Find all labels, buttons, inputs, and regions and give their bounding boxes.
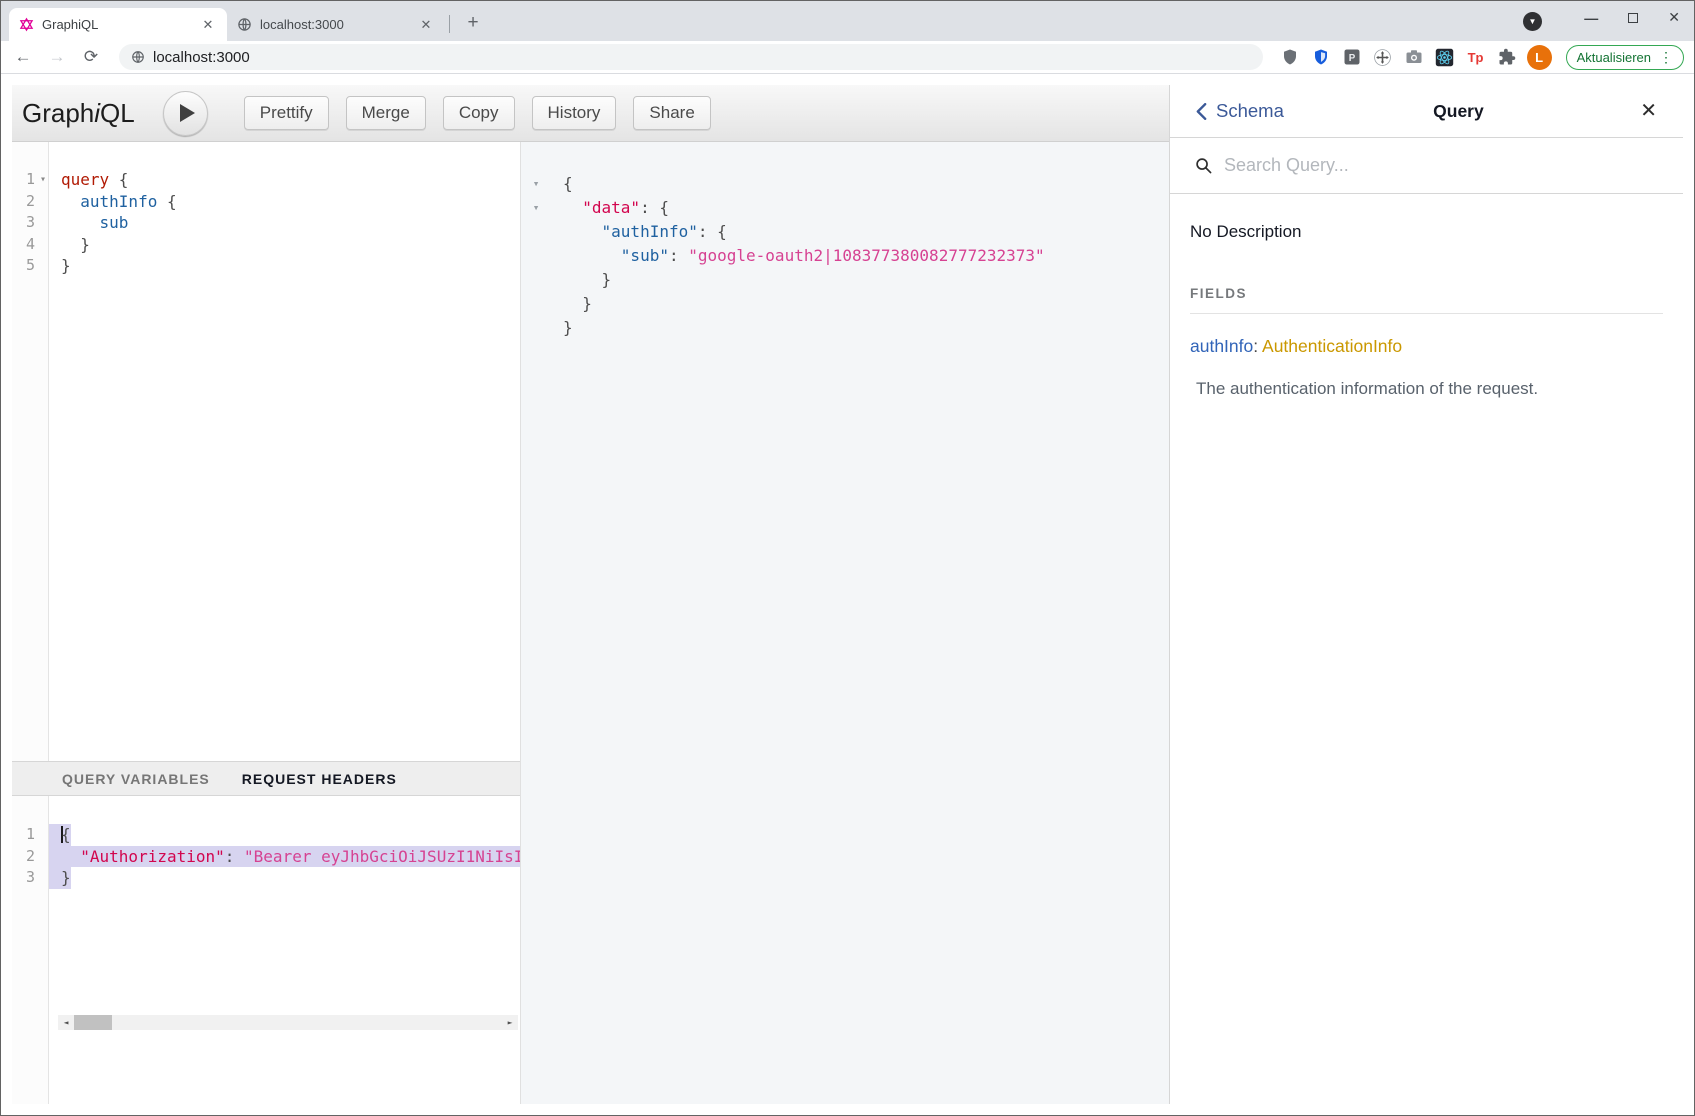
tab-query-variables[interactable]: QUERY VARIABLES [62, 771, 210, 787]
graphiql-topbar: GraphiQL Prettify Merge Copy History Sha… [12, 85, 1169, 142]
scrollbar-thumb[interactable] [74, 1015, 112, 1030]
page: GraphiQL Prettify Merge Copy History Sha… [1, 74, 1694, 1115]
update-button-label: Aktualisieren [1577, 50, 1651, 65]
play-icon [180, 104, 195, 122]
doc-no-description: No Description [1190, 222, 1663, 242]
graphiql-favicon-icon [19, 17, 34, 32]
tab-request-headers[interactable]: REQUEST HEADERS [242, 771, 397, 787]
doc-close-icon[interactable]: ✕ [1633, 101, 1657, 121]
profile-avatar[interactable]: L [1527, 45, 1552, 70]
browser-window: GraphiQL ✕ localhost:3000 ✕ + ▼ — ✕ ← → … [0, 0, 1695, 1116]
share-button[interactable]: Share [633, 96, 710, 130]
tab-strip: GraphiQL ✕ localhost:3000 ✕ + ▼ — ✕ [1, 1, 1694, 41]
doc-search-input[interactable] [1224, 155, 1663, 176]
screenshot-camera-icon[interactable] [1403, 46, 1425, 68]
svg-text:P: P [1348, 53, 1355, 64]
move-dial-icon[interactable] [1372, 46, 1394, 68]
execute-query-button[interactable] [163, 91, 208, 136]
scrollbar-track[interactable] [74, 1015, 502, 1030]
field-type-link[interactable]: AuthenticationInfo [1262, 336, 1402, 356]
bitwarden-shield-icon[interactable] [1310, 46, 1332, 68]
chevron-left-icon [1196, 103, 1207, 120]
field-name-link[interactable]: authInfo [1190, 336, 1253, 356]
extensions-row: P Tp L [1279, 45, 1552, 70]
tab-close-icon[interactable]: ✕ [199, 16, 217, 34]
reload-button[interactable]: ⟳ [79, 47, 103, 67]
request-headers-editor[interactable]: ◄ ► 1{2 "Authorization": "Bearer eyJhbGc… [12, 796, 520, 1104]
back-button[interactable]: ← [11, 47, 35, 67]
extensions-puzzle-icon[interactable] [1496, 46, 1518, 68]
editor-column: 1▾query {2 authInfo {3 sub4 }5} QUERY VA… [12, 142, 520, 1104]
secondary-editor-tabs: QUERY VARIABLES REQUEST HEADERS [12, 761, 520, 796]
field-separator: : [1253, 336, 1258, 356]
ublock-shield-icon[interactable] [1279, 46, 1301, 68]
merge-button[interactable]: Merge [346, 96, 426, 130]
react-devtools-icon[interactable] [1434, 46, 1456, 68]
search-icon [1195, 157, 1212, 174]
tab-divider [449, 15, 450, 33]
tab-title: localhost:3000 [260, 17, 417, 32]
scroll-left-icon[interactable]: ◄ [58, 1015, 74, 1030]
tab-title: GraphiQL [42, 17, 199, 32]
doc-field-row: authInfo: AuthenticationInfo [1190, 336, 1663, 357]
address-bar[interactable]: localhost:3000 [119, 44, 1263, 70]
doc-back-label: Schema [1216, 100, 1284, 122]
window-close-button[interactable]: ✕ [1668, 9, 1680, 26]
globe-icon [237, 17, 252, 32]
tab-localhost[interactable]: localhost:3000 ✕ [227, 8, 445, 41]
prettify-button[interactable]: Prettify [244, 96, 329, 130]
doc-back-link[interactable]: Schema [1196, 100, 1284, 122]
result-viewer[interactable]: ▾{▾ "data": { "authInfo": { "sub": "goog… [520, 142, 1169, 1104]
new-tab-button[interactable]: + [460, 11, 486, 37]
history-button[interactable]: History [532, 96, 617, 130]
doc-body: No Description FIELDS authInfo: Authenti… [1170, 194, 1683, 399]
tampermonkey-icon[interactable]: Tp [1465, 46, 1487, 68]
tab-close-icon[interactable]: ✕ [417, 16, 435, 34]
p-badge-icon[interactable]: P [1341, 46, 1363, 68]
doc-fields-heading: FIELDS [1190, 286, 1663, 314]
graphiql-container: GraphiQL Prettify Merge Copy History Sha… [12, 85, 1683, 1104]
scroll-right-icon[interactable]: ► [502, 1015, 518, 1030]
menu-dots-icon: ⋮ [1659, 49, 1673, 66]
tab-search-button[interactable]: ▼ [1523, 12, 1542, 31]
doc-explorer-panel: Schema Query ✕ No Description FIELDS aut… [1169, 85, 1683, 1104]
browser-toolbar: ← → ⟳ localhost:3000 P [1, 41, 1694, 74]
window-minimize-button[interactable]: — [1584, 10, 1598, 26]
forward-button[interactable]: → [45, 47, 69, 67]
chrome-update-button[interactable]: Aktualisieren ⋮ [1566, 45, 1684, 70]
url-text: localhost:3000 [153, 49, 250, 66]
horizontal-scrollbar[interactable]: ◄ ► [58, 1015, 518, 1030]
query-editor[interactable]: 1▾query {2 authInfo {3 sub4 }5} [12, 142, 520, 761]
tab-graphiql[interactable]: GraphiQL ✕ [9, 8, 227, 41]
graphiql-logo: GraphiQL [22, 98, 135, 129]
globe-icon [131, 50, 145, 64]
window-maximize-button[interactable] [1628, 13, 1638, 23]
copy-button[interactable]: Copy [443, 96, 515, 130]
doc-title: Query [1284, 101, 1633, 122]
doc-search-row [1170, 138, 1683, 194]
field-description: The authentication information of the re… [1196, 379, 1663, 399]
doc-explorer-header: Schema Query ✕ [1170, 85, 1683, 138]
